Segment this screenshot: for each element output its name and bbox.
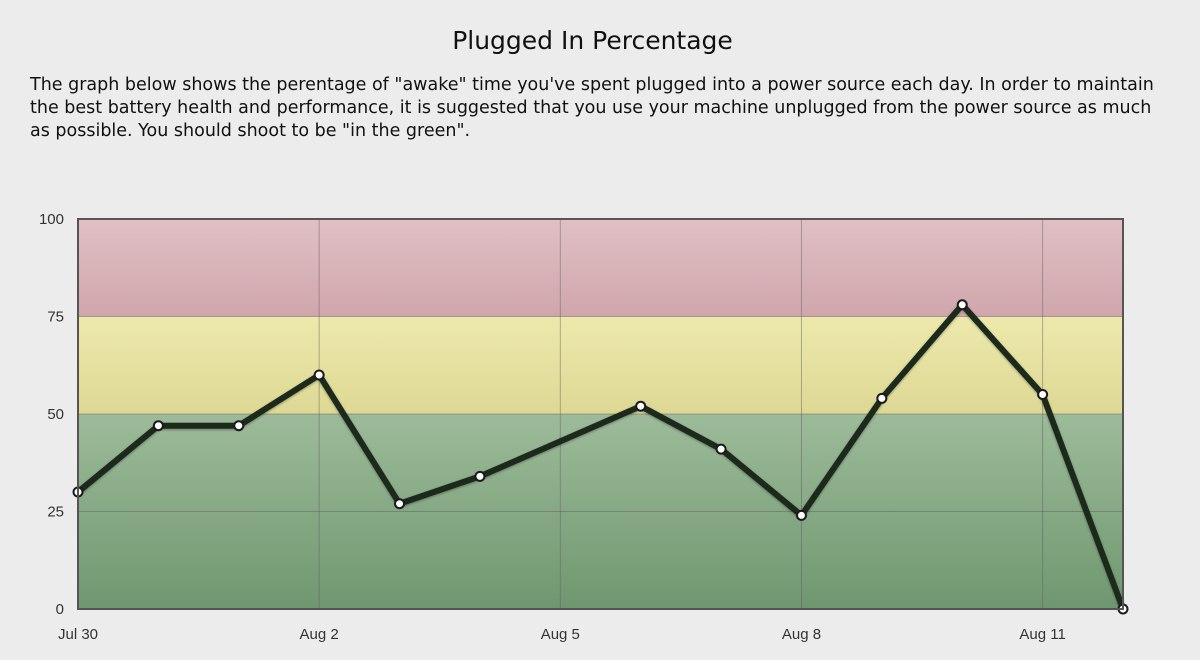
y-tick-label: 75 — [47, 309, 64, 326]
x-tick-label: Aug 11 — [1019, 626, 1065, 643]
data-point — [956, 299, 968, 311]
x-tick-label: Aug 5 — [541, 626, 580, 643]
x-tick-label: Jul 30 — [58, 626, 98, 643]
data-point — [233, 420, 245, 432]
data-point — [152, 420, 164, 432]
data-point — [394, 498, 406, 510]
data-point — [795, 509, 807, 521]
band-yellow — [78, 316, 1123, 414]
y-tick-label: 100 — [39, 211, 64, 228]
y-tick-label: 25 — [47, 504, 64, 521]
data-point — [1037, 389, 1049, 400]
x-tick-label: Aug 8 — [782, 626, 821, 643]
x-axis-ticks: Jul 30 Aug 2 Aug 5 Aug 8 Aug 11 — [58, 626, 1066, 643]
data-point — [635, 400, 647, 412]
data-point — [474, 470, 486, 482]
data-point — [313, 369, 325, 381]
y-tick-label: 0 — [56, 601, 64, 618]
y-tick-label: 50 — [47, 406, 64, 423]
data-point — [876, 392, 888, 404]
y-axis-ticks: 0 25 50 75 100 — [39, 211, 64, 618]
x-tick-label: Aug 2 — [300, 626, 339, 643]
data-point — [715, 443, 727, 455]
plugged-in-chart: 0 25 50 75 100 Jul 30 Aug 2 Aug 5 Aug 8 Aug 11 — [39, 211, 1129, 643]
